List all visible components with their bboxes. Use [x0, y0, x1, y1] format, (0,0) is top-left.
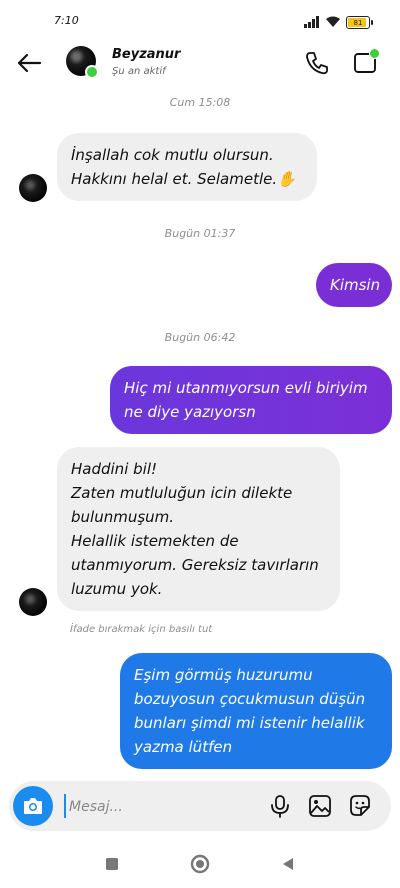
status-icons: 81 [304, 13, 373, 32]
phone-call-button[interactable] [304, 50, 330, 76]
video-call-button[interactable] [352, 48, 380, 76]
timestamp: Bugün 06:42 [164, 331, 236, 344]
sticker-button[interactable] [347, 793, 373, 819]
gallery-icon [309, 795, 331, 817]
back-icon [283, 858, 293, 870]
reaction-hint: İfade bırakmak için basılı tut [70, 624, 213, 635]
recent-apps-button[interactable] [102, 854, 122, 874]
microphone-button[interactable] [267, 793, 293, 819]
home-icon [190, 854, 210, 874]
message-line: luzumu yok. [71, 580, 163, 598]
back-button[interactable] [14, 48, 44, 78]
sender-avatar[interactable] [19, 588, 47, 616]
system-nav-bar [0, 840, 400, 888]
message-line: utanmıyorum. Gereksiz tavırların [71, 556, 319, 574]
gallery-button[interactable] [307, 793, 333, 819]
chat-header: Beyzanur Şu an aktif [0, 40, 400, 86]
back-arrow-icon [17, 53, 42, 73]
text-cursor [64, 794, 66, 818]
message-bubble-incoming[interactable]: Haddini bil! Zaten mutluluğun icin dilek… [57, 447, 340, 611]
status-bar: 7:10 81 [0, 0, 400, 40]
contact-status: Şu an aktif [112, 66, 166, 77]
camera-button[interactable] [13, 786, 53, 826]
contact-name[interactable]: Beyzanur [112, 47, 180, 62]
camera-icon [24, 798, 42, 814]
message-line: İnşallah cok mutlu olursun. [71, 146, 274, 164]
message-bubble-outgoing[interactable]: Hiç mi utanmıyorsun evli biriyim ne diye… [110, 366, 392, 434]
contact-avatar[interactable] [66, 46, 99, 79]
message-line: ne diye yazıyorsn [124, 403, 256, 421]
signal-icon [304, 13, 320, 32]
message-line: bunları şimdi mi istenir helallik [134, 714, 365, 732]
battery-level: 81 [353, 18, 363, 27]
message-line: Hiç mi utanmıyorsun evli biriyim [124, 379, 368, 397]
message-line: Eşim görmüş huzurumu [134, 666, 313, 684]
battery-icon: 81 [346, 16, 373, 29]
timestamp: Cum 15:08 [169, 96, 231, 109]
message-line: Hakkını helal et. Selametle.✋ [71, 170, 296, 188]
message-bubble-incoming[interactable]: İnşallah cok mutlu olursun. Hakkını hela… [57, 133, 317, 201]
video-active-indicator [369, 48, 380, 59]
message-input[interactable] [67, 793, 251, 821]
message-line: yazma lütfen [134, 738, 233, 756]
message-bubble-outgoing[interactable]: Kimsin [316, 263, 392, 307]
message-line: bozuyosun çocukmusun düşün [134, 690, 366, 708]
sticker-icon [350, 795, 370, 816]
message-composer [9, 781, 391, 831]
phone-icon [306, 52, 328, 75]
home-button[interactable] [190, 854, 210, 874]
nav-back-button[interactable] [278, 854, 298, 874]
online-indicator [85, 65, 99, 79]
wifi-icon [325, 13, 341, 32]
message-bubble-outgoing[interactable]: Eşim görmüş huzurumu bozuyosun çocukmusu… [120, 653, 392, 769]
recent-apps-icon [106, 858, 118, 870]
status-time: 7:10 [54, 14, 79, 27]
microphone-icon [271, 795, 289, 818]
sender-avatar[interactable] [19, 174, 47, 202]
timestamp: Bugün 01:37 [164, 227, 236, 240]
message-line: Haddini bil! [71, 460, 157, 478]
message-line: Kimsin [330, 276, 381, 294]
message-line: bulunmuşum. [71, 508, 175, 526]
message-line: Zaten mutluluğun icin dilekte [71, 484, 293, 502]
message-line: Helallik istemekten de [71, 532, 239, 550]
